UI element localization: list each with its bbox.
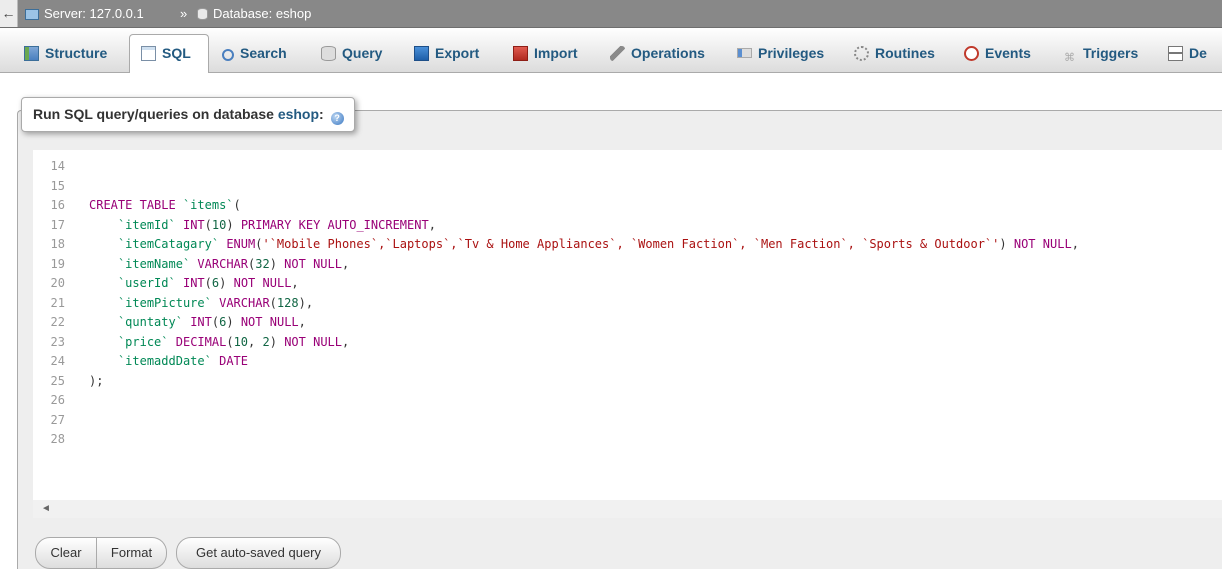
sql-icon [141,46,156,61]
tab-sql-label: SQL [162,45,191,61]
line-number: 16 [50,198,65,212]
scroll-left-arrow-icon[interactable]: ◄ [41,503,51,514]
line-number: 21 [50,295,65,310]
code-line[interactable]: 23 `price` DECIMAL(10, 2) NOT NULL, [33,333,1222,352]
code-line[interactable]: 18 `itemCatagary` ENUM('`Mobile Phones`,… [33,235,1222,254]
sql-editor[interactable]: 14 15 16 CREATE TABLE `items`( 17 `itemId` I… [33,150,1222,500]
tab-events[interactable]: Events [964,35,1031,73]
line-number: 17 [50,217,65,232]
tab-triggers-label: Triggers [1083,45,1139,61]
server-icon [25,9,39,20]
breadcrumb: ← Server: 127.0.0.1 » Database: eshop [0,0,1222,28]
code-text: `price` DECIMAL(10, 2) NOT NULL, [117,334,350,349]
tab-operations[interactable]: Operations [610,35,705,73]
tab-triggers[interactable]: ⌘ Triggers [1062,35,1138,73]
code-text: `userId` INT(6) NOT NULL, [117,276,299,290]
breadcrumb-separator: » [180,6,188,21]
line-number: 26 [50,393,65,407]
editor-horizontal-scrollbar[interactable]: ◄ [33,500,1222,518]
tab-designer-label: De [1189,45,1207,61]
code-text: `itemaddDate` DATE [117,354,248,368]
line-number: 23 [50,334,65,349]
tab-search[interactable]: Search [222,35,287,73]
get-auto-saved-query-button[interactable]: Get auto-saved query [176,537,341,569]
code-line[interactable]: 14 [33,157,1222,176]
tab-import[interactable]: Import [513,35,578,73]
tab-routines[interactable]: Routines [854,35,935,73]
line-number: 22 [50,315,65,329]
routines-icon [854,46,869,61]
breadcrumb-database-label: Database: eshop [213,6,312,21]
code-line[interactable]: 27 [33,411,1222,430]
code-text: `itemId` INT(10) PRIMARY KEY AUTO_INCREM… [117,217,436,232]
code-text: CREATE TABLE `items`( [89,198,241,212]
tab-structure-label: Structure [45,45,108,61]
tab-structure[interactable]: Structure [24,35,107,73]
line-number: 15 [50,178,65,193]
tab-search-label: Search [240,45,287,61]
format-button[interactable]: Format [97,537,167,569]
line-number: 20 [50,276,65,290]
back-arrow-icon[interactable]: ← [0,0,18,27]
database-icon [197,8,208,20]
tab-privileges-label: Privileges [758,45,825,61]
designer-icon [1168,46,1183,61]
structure-icon [24,46,39,61]
tab-events-label: Events [985,45,1031,61]
breadcrumb-server-label: Server: 127.0.0.1 [44,6,144,21]
tab-import-label: Import [534,45,578,61]
tab-designer[interactable]: De [1168,35,1207,73]
code-line[interactable]: 16 CREATE TABLE `items`( [33,196,1222,215]
tab-privileges[interactable]: Privileges [737,35,824,73]
privileges-icon [737,48,752,58]
code-line[interactable]: 20 `userId` INT(6) NOT NULL, [33,274,1222,293]
query-icon [321,46,336,61]
tab-query[interactable]: Query [321,35,382,73]
code-text: ); [89,373,104,388]
line-number: 27 [50,412,65,427]
operations-icon [610,46,625,61]
code-text: `quntaty` INT(6) NOT NULL, [117,315,306,329]
code-text: `itemCatagary` ENUM('`Mobile Phones`,`La… [117,237,1079,251]
panel-title-prefix: Run SQL query/queries on database [33,106,274,122]
breadcrumb-server[interactable]: Server: 127.0.0.1 [25,0,144,27]
code-line[interactable]: 24 `itemaddDate` DATE [33,352,1222,371]
line-number: 18 [50,237,65,251]
tab-export[interactable]: Export [414,35,479,73]
code-line[interactable]: 26 [33,391,1222,410]
clear-button[interactable]: Clear [35,537,97,569]
line-number: 19 [50,256,65,271]
code-line[interactable]: 28 [33,430,1222,449]
help-icon[interactable]: ? [330,112,344,125]
import-icon [513,46,528,61]
search-icon [222,49,234,61]
tab-operations-label: Operations [631,45,705,61]
tab-sql[interactable]: SQL [129,34,209,73]
code-line[interactable]: 15 [33,177,1222,196]
code-text: `itemPicture` VARCHAR(128), [117,295,314,310]
breadcrumb-database[interactable]: Database: eshop [197,0,311,27]
tab-export-label: Export [435,45,480,61]
panel-title: Run SQL query/queries on database eshop:… [21,97,355,132]
code-line[interactable]: 17 `itemId` INT(10) PRIMARY KEY AUTO_INC… [33,216,1222,235]
line-number: 24 [50,354,65,368]
tab-query-label: Query [342,45,383,61]
code-text: `itemName` VARCHAR(32) NOT NULL, [117,256,350,271]
tab-routines-label: Routines [875,45,935,61]
triggers-icon: ⌘ [1064,52,1075,64]
code-line[interactable]: 21 `itemPicture` VARCHAR(128), [33,294,1222,313]
top-menu: Structure SQL Search Query Export Import… [0,28,1222,73]
code-line[interactable]: 22 `quntaty` INT(6) NOT NULL, [33,313,1222,332]
events-icon [964,46,979,61]
export-icon [414,46,429,61]
line-number: 28 [50,432,65,446]
panel-title-database: eshop [277,106,320,122]
code-line[interactable]: 25); [33,372,1222,391]
code-line[interactable]: 19 `itemName` VARCHAR(32) NOT NULL, [33,255,1222,274]
line-number: 14 [50,159,65,173]
line-number: 25 [50,373,65,388]
